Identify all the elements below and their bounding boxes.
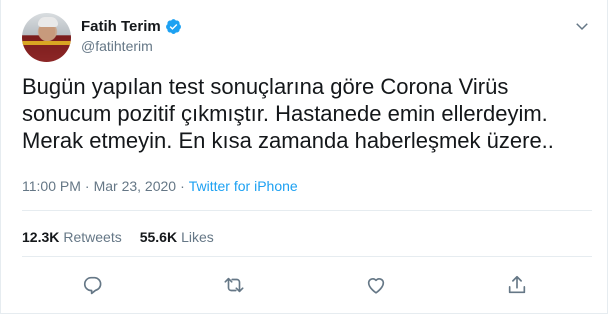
- divider: [22, 210, 592, 211]
- share-icon[interactable]: [506, 274, 530, 298]
- meta-separator: ·: [180, 178, 185, 194]
- name-row: Fatih Terim: [81, 17, 182, 35]
- retweets-label: Retweets: [63, 229, 122, 245]
- action-bar: [1, 274, 608, 298]
- meta-separator: ·: [84, 178, 90, 194]
- user-handle[interactable]: @fatihterim: [81, 38, 153, 54]
- avatar-shirt: [22, 41, 71, 45]
- tweet-meta: 11:00 PM · Mar 23, 2020 · Twitter for iP…: [22, 178, 298, 194]
- divider: [22, 256, 592, 257]
- tweet-source-link[interactable]: Twitter for iPhone: [189, 178, 298, 194]
- retweet-icon[interactable]: [223, 274, 247, 298]
- tweet-text: Bugün yapılan test sonuçlarına göre Coro…: [22, 74, 554, 153]
- display-name[interactable]: Fatih Terim: [81, 18, 161, 35]
- avatar[interactable]: [22, 13, 71, 62]
- likes-count: 55.6K: [139, 229, 178, 245]
- tweet-stats: 12.3K Retweets 55.6K Likes: [22, 229, 232, 245]
- reply-icon[interactable]: [82, 274, 106, 298]
- heart-icon[interactable]: [365, 274, 389, 298]
- likes-stat[interactable]: 55.6K Likes: [140, 229, 214, 245]
- avatar-hair: [38, 17, 58, 27]
- tweet-card: Fatih Terim @fatihterim Bugün yapılan te…: [0, 0, 608, 314]
- chevron-down-icon[interactable]: [573, 17, 591, 35]
- tweet-date[interactable]: Mar 23, 2020: [94, 178, 177, 194]
- retweets-count: 12.3K: [22, 229, 60, 245]
- retweets-stat[interactable]: 12.3K Retweets: [22, 229, 122, 245]
- verified-badge-icon: [165, 18, 182, 35]
- likes-label: Likes: [181, 229, 214, 245]
- tweet-time[interactable]: 11:00 PM: [22, 178, 81, 194]
